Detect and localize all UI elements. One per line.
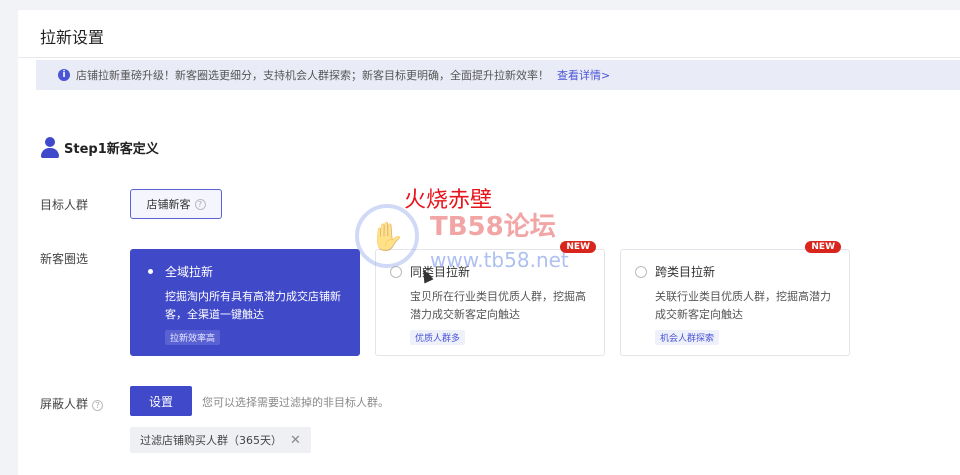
step-label: Step1新客定义: [64, 141, 159, 157]
card-desc: 挖掘淘内所有具有高潜力成交店铺新客，全渠道一键触达: [165, 290, 341, 321]
watermark-brand: TB58论坛: [430, 212, 556, 242]
radio-button[interactable]: [635, 265, 647, 278]
target-option-label: 店铺新客: [146, 198, 191, 211]
card-desc: 宝贝所在行业类目优质人群，挖掘高潜力成交新客定向触达: [410, 290, 586, 321]
info-icon: i: [58, 69, 70, 81]
exclude-label: 屏蔽人群?: [40, 395, 104, 412]
card-tag: 优质人群多: [410, 330, 466, 345]
target-label: 目标人群: [40, 198, 89, 212]
exclude-label-text: 屏蔽人群: [40, 397, 89, 411]
card-tag: 拉新效率高: [165, 330, 221, 345]
user-icon: [40, 136, 60, 158]
step-header: Step1新客定义: [40, 136, 159, 158]
help-icon[interactable]: ?: [92, 400, 104, 411]
notice-text: 店铺拉新重磅升级！新客圈选更细分，支持机会人群探索；新客目标更明确，全面提升拉新…: [76, 69, 549, 82]
upgrade-notice: i 店铺拉新重磅升级！新客圈选更细分，支持机会人群探索；新客目标更明确，全面提升…: [36, 60, 960, 90]
card-title: 跨类目拉新: [655, 265, 716, 279]
new-badge: NEW: [805, 241, 841, 253]
card-all-domain[interactable]: 全域拉新 挖掘淘内所有具有高潜力成交店铺新客，全渠道一键触达 拉新效率高: [130, 249, 360, 356]
circle-label: 新客圈选: [40, 252, 89, 266]
card-tag: 机会人群探索: [655, 330, 720, 345]
filter-chip: 过滤店铺购买人群（365天） ✕: [130, 427, 311, 453]
page-title: 拉新设置: [40, 28, 105, 47]
exclude-hint: 您可以选择需要过滤掉的非目标人群。: [202, 396, 389, 409]
card-cross-category[interactable]: NEW 跨类目拉新 关联行业类目优质人群，挖掘高潜力成交新客定向触达 机会人群探…: [620, 241, 850, 356]
divider: [18, 57, 960, 58]
card-title: 全域拉新: [165, 265, 214, 279]
radio-button[interactable]: [145, 266, 157, 278]
filter-chip-label: 过滤店铺购买人群（365天）: [140, 434, 282, 447]
close-icon[interactable]: ✕: [290, 433, 301, 448]
help-icon[interactable]: ?: [194, 198, 206, 210]
target-shop-newcomer-button[interactable]: 店铺新客 ?: [130, 189, 222, 219]
view-details-link[interactable]: 查看详情>: [557, 67, 610, 83]
watermark-url: www.tb58.net: [430, 248, 569, 272]
set-exclude-button[interactable]: 设置: [130, 386, 192, 416]
card-desc: 关联行业类目优质人群，挖掘高潜力成交新客定向触达: [655, 290, 831, 321]
